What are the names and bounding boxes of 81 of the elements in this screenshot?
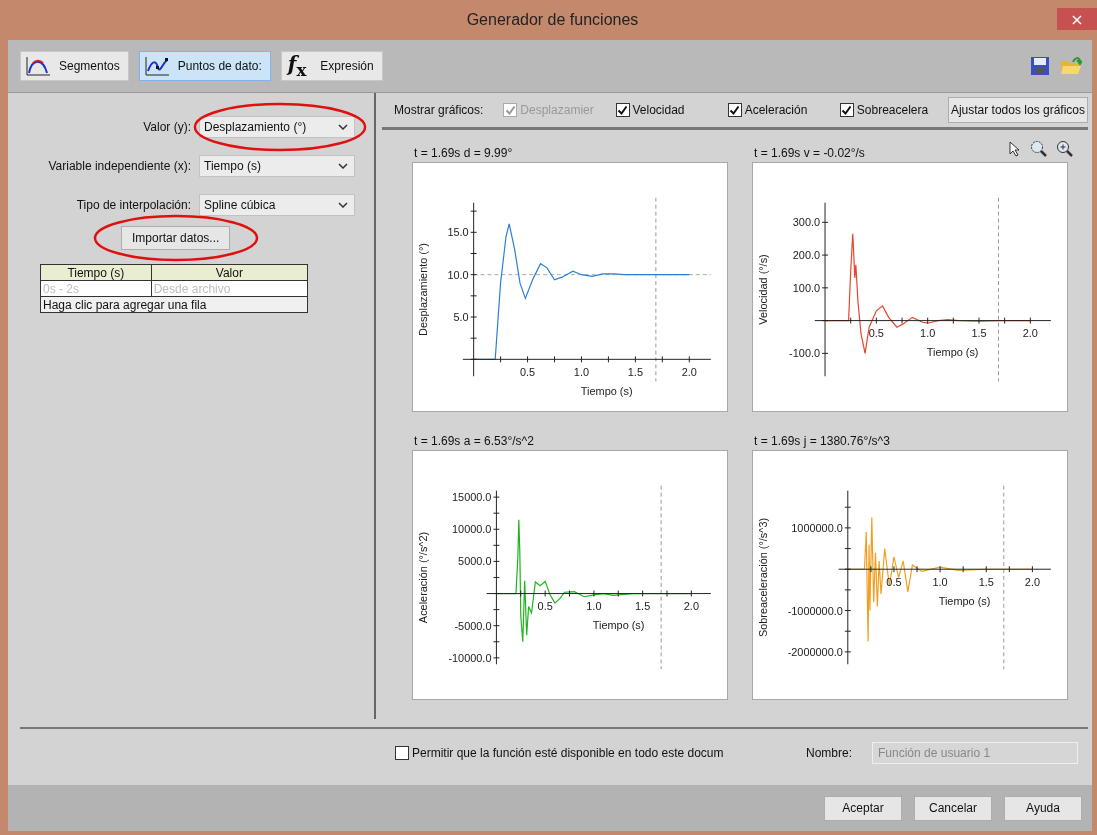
dialog-button[interactable]: Cancelar: [914, 795, 992, 821]
save-icon[interactable]: [1030, 56, 1050, 76]
dropdown[interactable]: Spline cúbica: [199, 193, 355, 216]
tick-label: 1.5: [635, 600, 651, 613]
tick-label: -10000.0: [448, 651, 492, 664]
tick-label: 1000000.0: [791, 521, 843, 534]
open-folder-icon[interactable]: [1060, 56, 1082, 76]
axis-title: Tiempo (s): [926, 346, 979, 359]
dropdown[interactable]: Desplazamiento (°): [199, 115, 355, 138]
checkmark-icon: [617, 104, 628, 116]
chart-readout: t = 1.69s v = -0.02°/s: [753, 146, 865, 160]
import-data-button[interactable]: Importar datos...: [121, 226, 231, 250]
chart-readout: t = 1.69s a = 6.53°/s^2: [413, 434, 534, 448]
field-label: Tipo de interpolación:: [76, 197, 191, 212]
tick-label: 10.0: [447, 268, 469, 281]
arch-curve-icon: [25, 56, 51, 76]
column-header: Valor: [151, 264, 308, 281]
graph-checkbox[interactable]: Aceleración: [727, 103, 828, 117]
tick-label: 15000.0: [452, 491, 492, 504]
dropdown[interactable]: Tiempo (s): [199, 154, 355, 177]
column-header: Tiempo (s): [40, 264, 152, 281]
tick-label: 1.0: [920, 327, 936, 340]
tick-label: 0.5: [519, 366, 536, 379]
pointer-icon[interactable]: [1008, 141, 1022, 157]
zoom-box-icon[interactable]: [1030, 140, 1048, 158]
tick-label: 5000.0: [458, 555, 492, 568]
dialog-button[interactable]: Aceptar: [824, 795, 902, 821]
axis-title: Aceleración (°/s^2): [417, 531, 430, 624]
chevron-icon: [338, 162, 348, 169]
tick-label: 2.0: [1024, 576, 1040, 589]
tick-label: 2.0: [683, 600, 699, 613]
tick-label: 1.5: [971, 327, 987, 340]
tick-label: 1.0: [586, 600, 602, 613]
tick-label: 0.5: [868, 327, 884, 340]
tick-label: -5000.0: [454, 619, 492, 632]
tick-label: 5.0: [453, 310, 469, 323]
mode-tab[interactable]: Segmentos: [20, 51, 129, 81]
dialog-button[interactable]: Ayuda: [1004, 795, 1082, 821]
tick-label: 300.0: [792, 216, 821, 229]
show-graphs-label: Mostrar gráficos:: [394, 103, 484, 117]
tick-label: 200.0: [792, 249, 821, 262]
point-curve-icon: [143, 56, 170, 76]
field-label: Valor (y):: [143, 119, 191, 134]
checkmark-icon: [841, 104, 853, 116]
graph-checkbox[interactable]: Sobreacelera: [839, 103, 940, 117]
checkmark-icon: [729, 104, 741, 116]
chevron-icon: [338, 201, 348, 208]
axis-title: Tiempo (s): [580, 385, 633, 398]
name-field[interactable]: Función de usuario 1: [872, 742, 1078, 764]
chevron-icon: [338, 123, 348, 130]
tick-label: 0.5: [537, 600, 553, 613]
field-label: Variable independiente (x):: [48, 158, 191, 173]
share-checkbox[interactable]: Permitir que la función esté disponible en todo este docum: [395, 746, 724, 760]
tick-label: 100.0: [792, 281, 821, 294]
tick-label: -100.0: [789, 347, 821, 360]
window-title: Generador de funciones: [466, 11, 639, 29]
tick-label: 1.0: [932, 576, 948, 589]
axis-title: Tiempo (s): [938, 594, 991, 607]
tick-label: 1.5: [627, 366, 643, 379]
fit-all-graphs-button[interactable]: Ajustar todos los gráficos: [947, 97, 1088, 123]
tick-label: 2.0: [681, 366, 697, 379]
tick-label: 1.0: [573, 366, 590, 379]
checkmark-icon: [504, 104, 516, 116]
axis-title: Tiempo (s): [592, 619, 645, 632]
tick-label: 15.0: [447, 226, 469, 239]
graph-checkbox[interactable]: Velocidad: [615, 103, 716, 117]
axis-title: Desplazamiento (°): [417, 243, 430, 336]
axis-title: Velocidad (°/s): [757, 254, 770, 325]
tick-label: 10000.0: [452, 523, 492, 536]
close-button[interactable]: ×: [1057, 8, 1097, 30]
name-label: Nombre:: [806, 746, 852, 760]
tick-label: -2000000.0: [787, 645, 843, 658]
zoom-in-icon[interactable]: [1056, 140, 1074, 158]
chart-readout: t = 1.69s d = 9.99°: [413, 146, 513, 160]
tick-label: -1000000.0: [787, 604, 843, 617]
axis-title: Sobreaceleración (°/s^3): [757, 517, 770, 638]
mode-tab[interactable]: f$_{x}$ Expresión: [280, 51, 383, 81]
tick-label: 1.5: [978, 576, 994, 589]
mode-tab[interactable]: Puntos de dato:: [138, 51, 271, 81]
chart-readout: t = 1.69s j = 1380.76°/s^3: [753, 434, 890, 448]
tick-label: 2.0: [1022, 327, 1038, 340]
